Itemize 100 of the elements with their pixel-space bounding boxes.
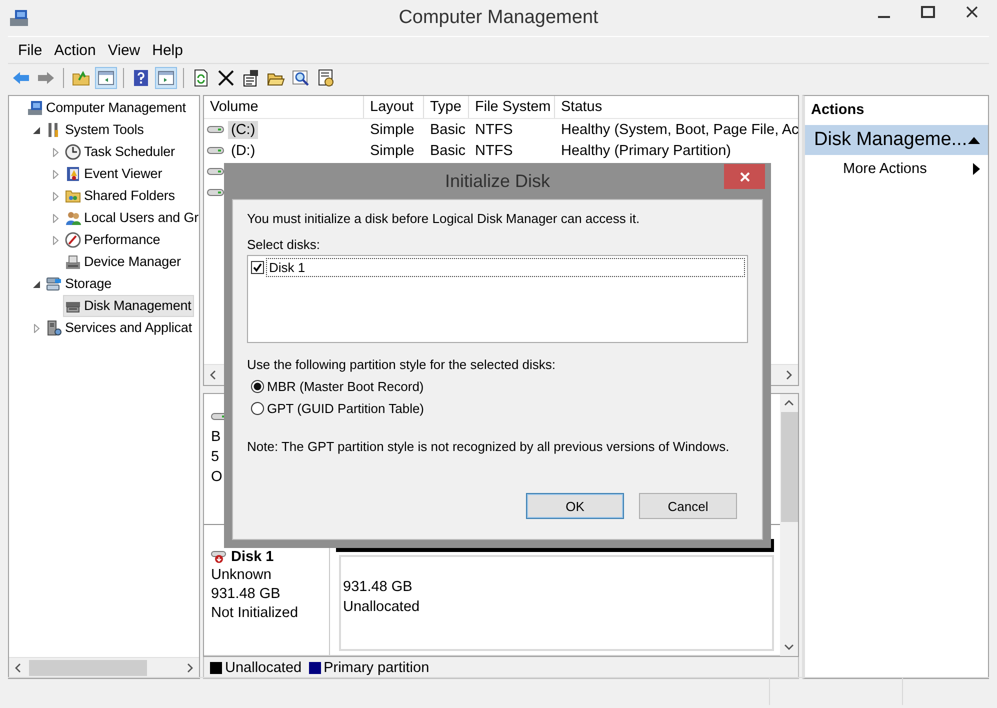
tree-item[interactable]: Device Manager xyxy=(63,251,184,273)
users-icon xyxy=(65,210,81,226)
table-cell-text: Basic xyxy=(429,142,466,158)
tree-item[interactable]: System Tools xyxy=(44,119,147,141)
partition-status: Unallocated xyxy=(343,598,421,617)
field-label: Select disks: xyxy=(247,237,321,252)
table-cell-text: Healthy (Primary Partition) xyxy=(560,142,732,158)
menu-item[interactable]: Help xyxy=(146,42,189,58)
table-cell-text: NTFS xyxy=(474,142,514,158)
disk-list[interactable]: Disk 1 xyxy=(247,255,748,343)
expand-arrow-icon[interactable] xyxy=(51,214,60,222)
table-cell[interactable]: (C:) xyxy=(228,120,258,138)
expand-arrow-icon[interactable] xyxy=(51,236,60,244)
machine-icon xyxy=(65,254,81,270)
gauge-icon xyxy=(65,232,81,248)
tree-item[interactable]: Local Users and Gr xyxy=(63,207,199,229)
delete-icon xyxy=(217,68,235,86)
ok-button[interactable]: OK xyxy=(526,493,624,519)
disk-info: Not Initialized xyxy=(211,604,298,623)
collapse-arrow-icon[interactable] xyxy=(32,280,41,288)
panel-icon xyxy=(97,68,115,86)
clock-icon xyxy=(65,144,81,160)
close-icon xyxy=(966,6,978,18)
tree-item[interactable]: Disk Management xyxy=(63,295,194,317)
scroll-right-icon[interactable] xyxy=(185,663,195,673)
disk-info: 931.48 GB xyxy=(211,584,280,604)
expand-arrow-icon[interactable] xyxy=(32,324,41,332)
folder-icon xyxy=(72,68,90,86)
actions-section[interactable]: Disk Manageme... xyxy=(805,125,988,155)
table-cell-text: NTFS xyxy=(474,122,514,138)
drive-icon xyxy=(207,167,224,176)
scroll-right-icon[interactable] xyxy=(784,370,794,380)
folder-icon xyxy=(65,188,81,204)
close-icon xyxy=(740,172,750,182)
legend-label: Unallocated xyxy=(225,660,302,676)
tree-item[interactable]: Shared Folders xyxy=(63,185,178,207)
drive-icon xyxy=(207,125,224,134)
tree-item-label: Local Users and Gr xyxy=(84,209,198,227)
scroll-left-icon[interactable] xyxy=(208,370,218,380)
tree-item[interactable]: Services and Applicat xyxy=(44,317,195,339)
storage-icon xyxy=(46,276,62,292)
tree-item[interactable]: Storage xyxy=(44,273,115,295)
collapse-arrow-icon[interactable] xyxy=(32,126,41,134)
column-header[interactable]: Status xyxy=(555,96,798,118)
tree-item[interactable]: Event Viewer xyxy=(63,163,166,185)
scrollbar-thumb[interactable] xyxy=(780,412,798,522)
dialog-title: Initialize Disk xyxy=(444,170,550,192)
table-cell-text: Healthy (System, Boot, Page File, Ac xyxy=(560,122,798,138)
book-icon xyxy=(65,166,81,182)
tree-item[interactable]: Task Scheduler xyxy=(63,141,178,163)
help-icon xyxy=(132,68,150,86)
menu-item[interactable]: Action xyxy=(48,42,102,58)
refresh-icon xyxy=(192,68,210,86)
maximize-icon xyxy=(921,6,935,18)
radio-button[interactable] xyxy=(251,402,264,415)
submenu-arrow-icon xyxy=(973,163,980,175)
tree-item[interactable]: Performance xyxy=(63,229,164,251)
field-label: Use the following partition style for the selected disks: xyxy=(247,357,557,372)
radio-label[interactable]: MBR (Master Boot Record) xyxy=(267,379,424,394)
table-cell-text: Simple xyxy=(369,122,416,138)
expand-arrow-icon[interactable] xyxy=(51,148,60,156)
disk-info: Unknown xyxy=(211,566,272,585)
settings-icon xyxy=(317,68,335,86)
checkbox[interactable] xyxy=(251,261,264,274)
tree-item-label: System Tools xyxy=(65,121,144,139)
collapse-arrow-icon[interactable] xyxy=(968,136,980,144)
disk-info: O xyxy=(211,468,222,488)
legend-label: Primary partition xyxy=(324,660,430,676)
menu-item[interactable]: File xyxy=(12,42,48,58)
column-header[interactable]: File System xyxy=(469,96,555,118)
scrollbar-thumb[interactable] xyxy=(29,660,147,676)
menu-item[interactable]: View xyxy=(102,42,146,58)
computer-icon xyxy=(9,8,29,28)
tree-item[interactable]: Computer Management xyxy=(25,97,189,119)
tree-item-label: Computer Management xyxy=(46,99,186,117)
cancel-button[interactable]: Cancel xyxy=(639,493,737,519)
server-icon xyxy=(46,320,62,336)
disk-info: 5 xyxy=(211,448,220,468)
expand-arrow-icon[interactable] xyxy=(51,192,60,200)
radio-button[interactable] xyxy=(251,380,264,393)
radio-label[interactable]: GPT (GUID Partition Table) xyxy=(267,401,424,416)
column-header[interactable]: Type xyxy=(424,96,469,118)
column-header[interactable]: Layout xyxy=(364,96,424,118)
scroll-left-icon[interactable] xyxy=(13,663,23,673)
disk-info: B xyxy=(211,428,221,448)
partition-size: 931.48 GB xyxy=(343,578,414,597)
partition-box[interactable]: 931.48 GB Unallocated xyxy=(339,554,774,652)
disk-name: Disk 1 xyxy=(231,548,274,565)
tree-item-label: Disk Management xyxy=(84,297,192,315)
search-icon xyxy=(292,68,310,86)
tree-item-label: Shared Folders xyxy=(84,187,175,205)
expand-arrow-icon[interactable] xyxy=(51,170,60,178)
window-title: Computer Management xyxy=(398,7,600,29)
column-header[interactable]: Volume xyxy=(204,96,364,118)
table-cell[interactable]: (D:) xyxy=(228,142,258,160)
computer-icon xyxy=(27,100,43,116)
scroll-down-icon[interactable] xyxy=(784,642,794,652)
dialog-message: You must initialize a disk before Logical Disk Manager can access it. xyxy=(247,211,641,226)
action-link[interactable]: More Actions xyxy=(843,161,927,177)
tree-item-label: Storage xyxy=(65,275,112,293)
